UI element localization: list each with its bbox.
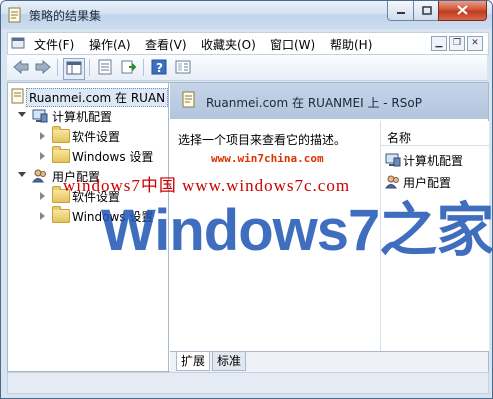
title-bar[interactable]: 策略的结果集 [1,1,492,29]
view-icon [175,60,191,77]
menu-bar: 文件(F) 操作(A) 查看(V) 收藏夹(O) 窗口(W) 帮助(H) ▁ ❐… [7,32,489,55]
show-hide-tree-icon [66,61,82,78]
export-list-button[interactable] [119,58,139,78]
properties-button[interactable] [95,58,115,78]
help-icon: ? [151,59,167,78]
mdi-minimize-button[interactable]: ▁ [431,36,447,51]
view-tabs: 扩展 标准 [170,351,488,372]
status-bar [7,372,489,394]
expand-arrow-icon[interactable] [18,172,26,177]
tree-item-windows-settings[interactable]: Windows 设置 [8,146,168,166]
folder-icon [52,206,70,223]
folder-icon [52,146,70,163]
tree-label: Windows 设置 [72,150,154,164]
view-button[interactable] [173,58,193,78]
column-header-label: 名称 [387,131,412,145]
menu-action[interactable]: 操作(A) [89,36,131,53]
tree-item-software-settings[interactable]: 软件设置 [8,126,168,146]
maximize-button[interactable] [413,1,440,21]
rsop-app-icon [7,7,23,23]
export-icon [121,59,137,78]
toolbar: ? [7,55,487,81]
maximize-icon [421,4,432,18]
collapsed-arrow-icon[interactable] [40,132,45,140]
minimize-icon [396,4,406,18]
details-title: Ruanmei.com 在 RUANMEI 上 - RSoP [206,96,422,110]
back-button[interactable] [11,58,31,78]
mmc-window: 策略的结果集 文件(F) 操作(A) 查看(V) 收藏夹(O) 窗口(W) 帮助… [0,0,493,399]
mdi-close-button[interactable]: ✕ [467,36,483,51]
collapsed-arrow-icon[interactable] [40,212,45,220]
rsop-document-icon [182,91,196,112]
description-text: 选择一个项目来查看它的描述。 [178,133,347,147]
tree-item-root[interactable]: Ruanmei.com 在 RUAN [8,86,168,107]
menu-file[interactable]: 文件(F) [34,36,74,53]
menu-help[interactable]: 帮助(H) [330,36,372,53]
computer-icon [32,108,48,127]
svg-text:?: ? [156,61,163,75]
toolbar-separator [143,59,144,76]
console-icon [11,36,25,53]
tree-root-label: Ruanmei.com 在 RUAN [26,88,168,107]
computer-icon [385,152,401,171]
tree-item-computer-config[interactable]: 计算机配置 [8,106,168,126]
tab-extended[interactable]: 扩展 [176,352,211,371]
show-hide-tree-button[interactable] [63,58,85,80]
back-icon [13,59,29,77]
toolbar-separator [89,59,90,76]
close-icon [457,4,468,18]
properties-icon [98,59,112,78]
details-header: Ruanmei.com 在 RUANMEI 上 - RSoP [170,83,488,119]
forward-button[interactable] [33,58,53,78]
expand-arrow-icon[interactable] [18,112,26,117]
window-title: 策略的结果集 [29,9,102,23]
tab-standard[interactable]: 标准 [212,352,247,371]
tree-label: 计算机配置 [52,110,113,124]
close-button[interactable] [438,1,487,21]
toolbar-separator [57,59,58,76]
tree-label: 软件设置 [72,130,121,144]
list-item[interactable]: 计算机配置 [385,151,489,169]
folder-icon [52,126,70,143]
forward-icon [35,59,51,77]
menu-favorites[interactable]: 收藏夹(O) [201,36,256,53]
menu-window[interactable]: 窗口(W) [270,36,315,53]
minimize-button[interactable] [387,1,415,21]
list-item-label: 计算机配置 [403,154,464,168]
rsop-document-icon [11,88,25,107]
collapsed-arrow-icon[interactable] [40,152,45,160]
help-button[interactable]: ? [149,58,169,78]
watermark-logo: Windows7之家 [101,198,493,263]
users-icon [32,168,48,187]
mdi-restore-button[interactable]: ❐ [449,36,465,51]
menu-view[interactable]: 查看(V) [145,36,187,53]
column-header-name[interactable]: 名称 [381,127,489,146]
watermark-site-text: www.win7china.com [211,152,324,165]
collapsed-arrow-icon[interactable] [40,192,45,200]
